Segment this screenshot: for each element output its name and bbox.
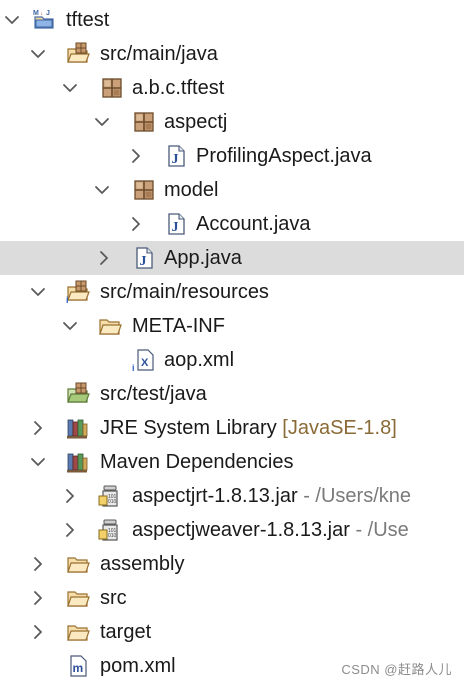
tree-item-package-model[interactable]: model <box>0 173 464 207</box>
tree-item-label: src/main/java <box>100 43 218 65</box>
tree-item-src-test-java[interactable]: src/test/java <box>0 377 464 411</box>
tree-item-label: tftest <box>66 9 110 31</box>
tree-item-label: Maven Dependencies <box>100 451 294 473</box>
chevron-down-icon[interactable] <box>62 80 78 96</box>
chevron-down-icon[interactable] <box>30 284 46 300</box>
package-icon <box>132 110 156 134</box>
folder-icon <box>66 620 90 644</box>
tree-item-jre-system-library[interactable]: JRE System Library [JavaSE-1.8] <box>0 411 464 445</box>
tree-item-label: assembly <box>100 553 185 575</box>
chevron-down-icon[interactable] <box>30 454 46 470</box>
resource-folder-icon <box>66 280 90 304</box>
tree-item-label: src <box>100 587 127 609</box>
tree-item-file-app[interactable]: App.java <box>0 241 464 275</box>
maven-project-icon <box>32 8 56 32</box>
tree-item-label: target <box>100 621 152 643</box>
chevron-down-icon[interactable] <box>62 318 78 334</box>
jre-label: JRE System Library <box>100 417 277 439</box>
source-folder-icon <box>66 42 90 66</box>
jar-path-decoration: - /Users/kne <box>303 485 412 507</box>
tree-item-maven-dependencies[interactable]: Maven Dependencies <box>0 445 464 479</box>
tree-item-jar-aspectjrt[interactable]: aspectjrt-1.8.13.jar - /Users/kne <box>0 479 464 513</box>
tree-item-label: src/main/resources <box>100 281 269 303</box>
chevron-right-icon[interactable] <box>96 250 112 266</box>
folder-icon <box>66 586 90 610</box>
java-file-icon <box>164 144 188 168</box>
tree-item-package-aspectj[interactable]: aspectj <box>0 105 464 139</box>
project-explorer-tree: tftest src/main/java a.b.c.tftest aspect… <box>0 0 464 686</box>
chevron-right-icon[interactable] <box>30 624 46 640</box>
jre-version-decoration: [JavaSE-1.8] <box>282 417 397 439</box>
java-file-icon <box>164 212 188 236</box>
tree-item-project-tftest[interactable]: tftest <box>0 3 464 37</box>
tree-item-label: aop.xml <box>164 349 235 371</box>
tree-item-label: Account.java <box>196 213 311 235</box>
tree-item-label: ProfilingAspect.java <box>196 145 372 167</box>
tree-item-label: META-INF <box>132 315 225 337</box>
tree-item-label: aspectjrt-1.8.13.jar - /Users/kne <box>132 484 411 508</box>
chevron-down-icon[interactable] <box>94 182 110 198</box>
jar-name: aspectjrt-1.8.13.jar <box>132 485 298 507</box>
library-icon <box>66 416 90 440</box>
jar-path-decoration: - /Use <box>355 519 409 541</box>
chevron-right-icon[interactable] <box>30 420 46 436</box>
jar-icon <box>98 518 122 542</box>
library-icon <box>66 450 90 474</box>
tree-item-label: model <box>164 179 219 201</box>
package-icon <box>132 178 156 202</box>
maven-pom-icon <box>66 654 90 678</box>
folder-open-icon <box>98 314 122 338</box>
tree-item-src-main-java[interactable]: src/main/java <box>0 37 464 71</box>
chevron-down-icon[interactable] <box>4 12 20 28</box>
chevron-down-icon[interactable] <box>30 46 46 62</box>
chevron-right-icon[interactable] <box>30 556 46 572</box>
package-icon <box>100 76 124 100</box>
tree-item-folder-assembly[interactable]: assembly <box>0 547 464 581</box>
tree-item-label: aspectjweaver-1.8.13.jar - /Use <box>132 518 409 542</box>
jar-icon <box>98 484 122 508</box>
chevron-right-icon[interactable] <box>62 522 78 538</box>
tree-item-folder-src[interactable]: src <box>0 581 464 615</box>
chevron-right-icon[interactable] <box>30 590 46 606</box>
chevron-right-icon[interactable] <box>128 216 144 232</box>
tree-item-src-main-resources[interactable]: src/main/resources <box>0 275 464 309</box>
tree-item-label: a.b.c.tftest <box>132 77 225 99</box>
chevron-down-icon[interactable] <box>94 114 110 130</box>
tree-item-file-account[interactable]: Account.java <box>0 207 464 241</box>
tree-item-package-abc-tftest[interactable]: a.b.c.tftest <box>0 71 464 105</box>
tree-item-label: App.java <box>164 247 242 269</box>
tree-item-folder-target[interactable]: target <box>0 615 464 649</box>
watermark: CSDN @赶路人儿 <box>341 662 452 677</box>
java-file-icon <box>132 246 156 270</box>
folder-icon <box>66 552 90 576</box>
tree-item-label: aspectj <box>164 111 228 133</box>
chevron-right-icon[interactable] <box>62 488 78 504</box>
tree-item-jar-aspectjweaver[interactable]: aspectjweaver-1.8.13.jar - /Use <box>0 513 464 547</box>
tree-item-file-profilingaspect[interactable]: ProfilingAspect.java <box>0 139 464 173</box>
tree-item-label: src/test/java <box>100 383 207 405</box>
tree-item-label: JRE System Library [JavaSE-1.8] <box>100 416 397 440</box>
tree-item-label: pom.xml <box>100 655 176 677</box>
chevron-right-icon[interactable] <box>128 148 144 164</box>
jar-name: aspectjweaver-1.8.13.jar <box>132 519 350 541</box>
xml-file-icon <box>132 348 156 372</box>
tree-item-file-aop-xml[interactable]: aop.xml <box>0 343 464 377</box>
tree-item-folder-meta-inf[interactable]: META-INF <box>0 309 464 343</box>
test-source-folder-icon <box>66 382 90 406</box>
